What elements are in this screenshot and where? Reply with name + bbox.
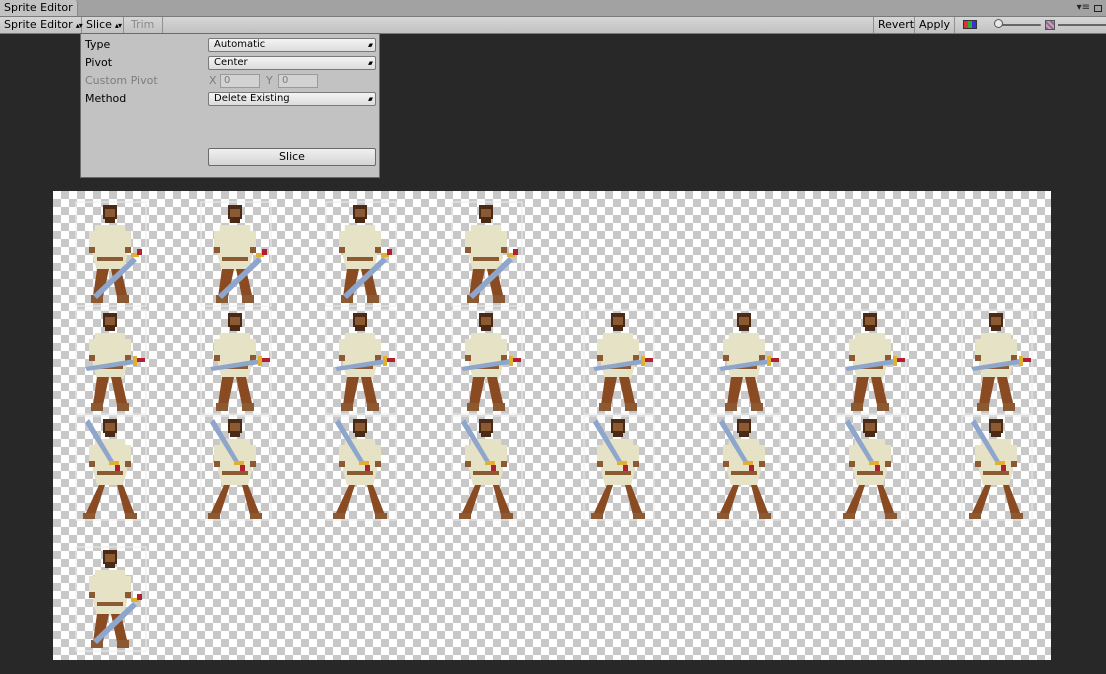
swordsman-sprite-icon	[75, 546, 147, 652]
sprite-frame[interactable]	[75, 415, 147, 521]
swordsman-sprite-icon	[451, 309, 523, 415]
sprite-frame[interactable]	[451, 415, 523, 521]
dropdown-arrows-icon: ▴▾	[75, 21, 83, 30]
sprite-frame[interactable]	[709, 415, 781, 521]
swordsman-sprite-icon	[709, 309, 781, 415]
mip-slider-track[interactable]	[1058, 24, 1106, 26]
pivot-label: Pivot	[85, 56, 113, 69]
maximize-icon[interactable]	[1094, 4, 1102, 12]
window-controls: ▾≡	[1077, 1, 1102, 15]
swordsman-sprite-icon	[961, 309, 1033, 415]
swordsman-sprite-icon	[325, 415, 397, 521]
slice-options-panel: Type Automatic ▴▾ Pivot Center ▴▾ Custom…	[80, 33, 380, 178]
sprite-frame[interactable]	[75, 546, 147, 652]
sprite-frame[interactable]	[325, 415, 397, 521]
dropdown-arrows-icon: ▴▾	[367, 59, 373, 67]
swordsman-sprite-icon	[835, 415, 907, 521]
sprite-frame[interactable]	[835, 309, 907, 415]
menu-icon[interactable]: ▾≡	[1077, 2, 1090, 14]
swordsman-sprite-icon	[325, 309, 397, 415]
sprite-frame[interactable]	[325, 201, 397, 307]
slice-button[interactable]: Slice	[208, 148, 376, 166]
swordsman-sprite-icon	[451, 415, 523, 521]
swordsman-sprite-icon	[961, 415, 1033, 521]
swordsman-sprite-icon	[75, 309, 147, 415]
sprite-frame[interactable]	[200, 415, 272, 521]
sprite-frame[interactable]	[451, 309, 523, 415]
revert-button[interactable]: Revert	[873, 17, 915, 33]
swordsman-sprite-icon	[325, 201, 397, 307]
pivot-dropdown[interactable]: Center ▴▾	[208, 56, 376, 70]
swordsman-sprite-icon	[835, 309, 907, 415]
toolbar: Sprite Editor ▴▾ Slice ▴▾ Trim Revert Appl…	[0, 17, 1106, 34]
dropdown-arrows-icon: ▴▾	[367, 41, 373, 49]
custom-pivot-y-field[interactable]: 0	[278, 74, 318, 88]
dropdown-arrows-icon: ▴▾	[367, 95, 373, 103]
zoom-slider-thumb[interactable]	[994, 19, 1003, 28]
sprite-editor-window: Sprite Editor ▾≡ Sprite Editor ▴▾ Slice ▴▾…	[0, 0, 1106, 674]
apply-button[interactable]: Apply	[915, 17, 955, 33]
sprite-frame[interactable]	[835, 415, 907, 521]
custom-pivot-label: Custom Pivot	[85, 74, 158, 87]
mode-dropdown[interactable]: Sprite Editor ▴▾	[0, 17, 83, 33]
sprite-frame[interactable]	[709, 309, 781, 415]
sprite-frame[interactable]	[325, 309, 397, 415]
sprite-frame[interactable]	[583, 415, 655, 521]
custom-pivot-x-label: X	[209, 74, 217, 87]
sprite-frame[interactable]	[961, 309, 1033, 415]
swordsman-sprite-icon	[583, 415, 655, 521]
type-dropdown-value: Automatic	[214, 39, 266, 50]
type-dropdown[interactable]: Automatic ▴▾	[208, 38, 376, 52]
custom-pivot-y-label: Y	[266, 74, 273, 87]
sprite-frame[interactable]	[200, 309, 272, 415]
type-label: Type	[85, 38, 111, 51]
slice-menu-label: Slice	[86, 18, 112, 31]
swordsman-sprite-icon	[75, 415, 147, 521]
sprite-frame[interactable]	[75, 201, 147, 307]
window-tab-strip: Sprite Editor ▾≡	[0, 0, 1106, 17]
sprite-frame[interactable]	[961, 415, 1033, 521]
swordsman-sprite-icon	[200, 415, 272, 521]
sprite-frame[interactable]	[200, 201, 272, 307]
custom-pivot-x-field[interactable]: 0	[220, 74, 260, 88]
swordsman-sprite-icon	[200, 309, 272, 415]
swordsman-sprite-icon	[451, 201, 523, 307]
dropdown-arrows-icon: ▴▾	[114, 21, 122, 30]
sprite-sheet-canvas[interactable]	[53, 191, 1051, 660]
pivot-dropdown-value: Center	[214, 57, 248, 68]
slice-menu-button[interactable]: Slice ▴▾	[82, 17, 124, 33]
sprite-frame[interactable]	[583, 309, 655, 415]
method-label: Method	[85, 92, 127, 105]
window-tab[interactable]: Sprite Editor	[0, 0, 78, 16]
swordsman-sprite-icon	[583, 309, 655, 415]
method-dropdown-value: Delete Existing	[214, 93, 290, 104]
trim-button[interactable]: Trim	[124, 17, 163, 33]
swordsman-sprite-icon	[200, 201, 272, 307]
sprite-frame[interactable]	[75, 309, 147, 415]
sprite-frame[interactable]	[451, 201, 523, 307]
swordsman-sprite-icon	[75, 201, 147, 307]
mip-level-icon	[1045, 20, 1055, 30]
swordsman-sprite-icon	[709, 415, 781, 521]
color-channel-icon[interactable]	[963, 20, 977, 29]
method-dropdown[interactable]: Delete Existing ▴▾	[208, 92, 376, 106]
mode-dropdown-label: Sprite Editor	[4, 18, 73, 31]
